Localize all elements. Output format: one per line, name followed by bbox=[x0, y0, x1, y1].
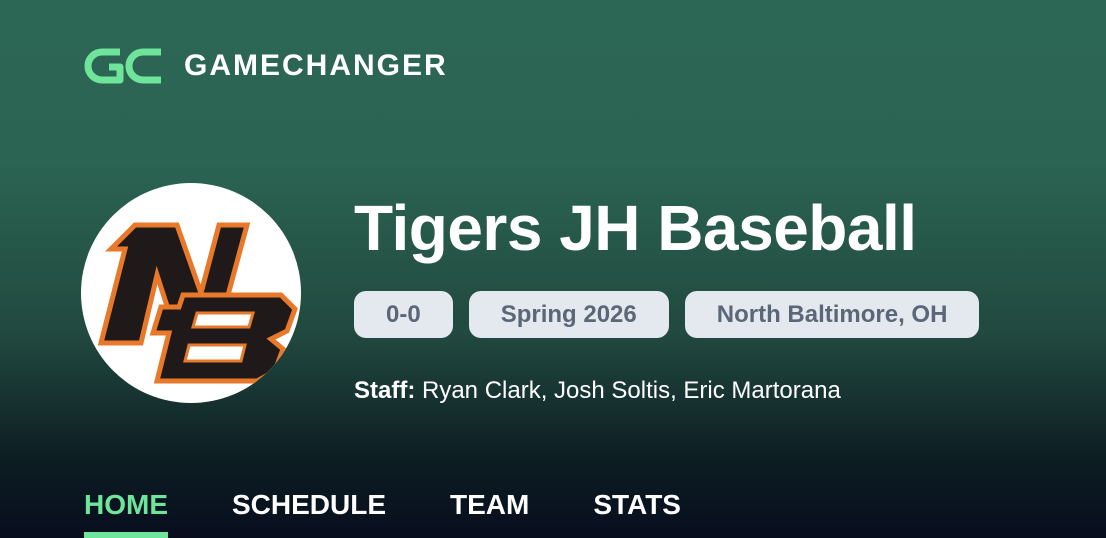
tab-schedule-label: SCHEDULE bbox=[232, 489, 387, 520]
tab-home[interactable]: HOME bbox=[84, 484, 168, 538]
staff-label: Staff: bbox=[354, 377, 416, 404]
tab-team-label: TEAM bbox=[450, 489, 530, 520]
team-name: Tigers JH Baseball bbox=[354, 192, 917, 264]
staff-line: Staff: Ryan Clark, Josh Soltis, Eric Mar… bbox=[354, 376, 841, 406]
brand-header[interactable]: GAMECHANGER bbox=[84, 46, 448, 86]
tab-home-label: HOME bbox=[84, 489, 168, 520]
tab-schedule[interactable]: SCHEDULE bbox=[232, 484, 386, 526]
nb-team-logo-icon bbox=[97, 222, 298, 384]
record-badge: 0-0 bbox=[354, 291, 453, 338]
location-badge: North Baltimore, OH bbox=[684, 291, 980, 338]
tab-team[interactable]: TEAM bbox=[450, 484, 529, 526]
tab-stats[interactable]: STATS bbox=[593, 484, 681, 526]
team-logo bbox=[81, 183, 301, 403]
gamechanger-logo-icon bbox=[84, 48, 161, 84]
active-tab-indicator bbox=[84, 532, 168, 538]
staff-members: Ryan Clark, Josh Soltis, Eric Martorana bbox=[422, 377, 841, 404]
team-info-chips: 0-0 Spring 2026 North Baltimore, OH bbox=[354, 291, 980, 338]
team-nav: HOME SCHEDULE TEAM STATS bbox=[84, 484, 681, 538]
tab-stats-label: STATS bbox=[593, 489, 681, 520]
season-badge: Spring 2026 bbox=[468, 291, 669, 338]
brand-name: GAMECHANGER bbox=[184, 49, 448, 82]
